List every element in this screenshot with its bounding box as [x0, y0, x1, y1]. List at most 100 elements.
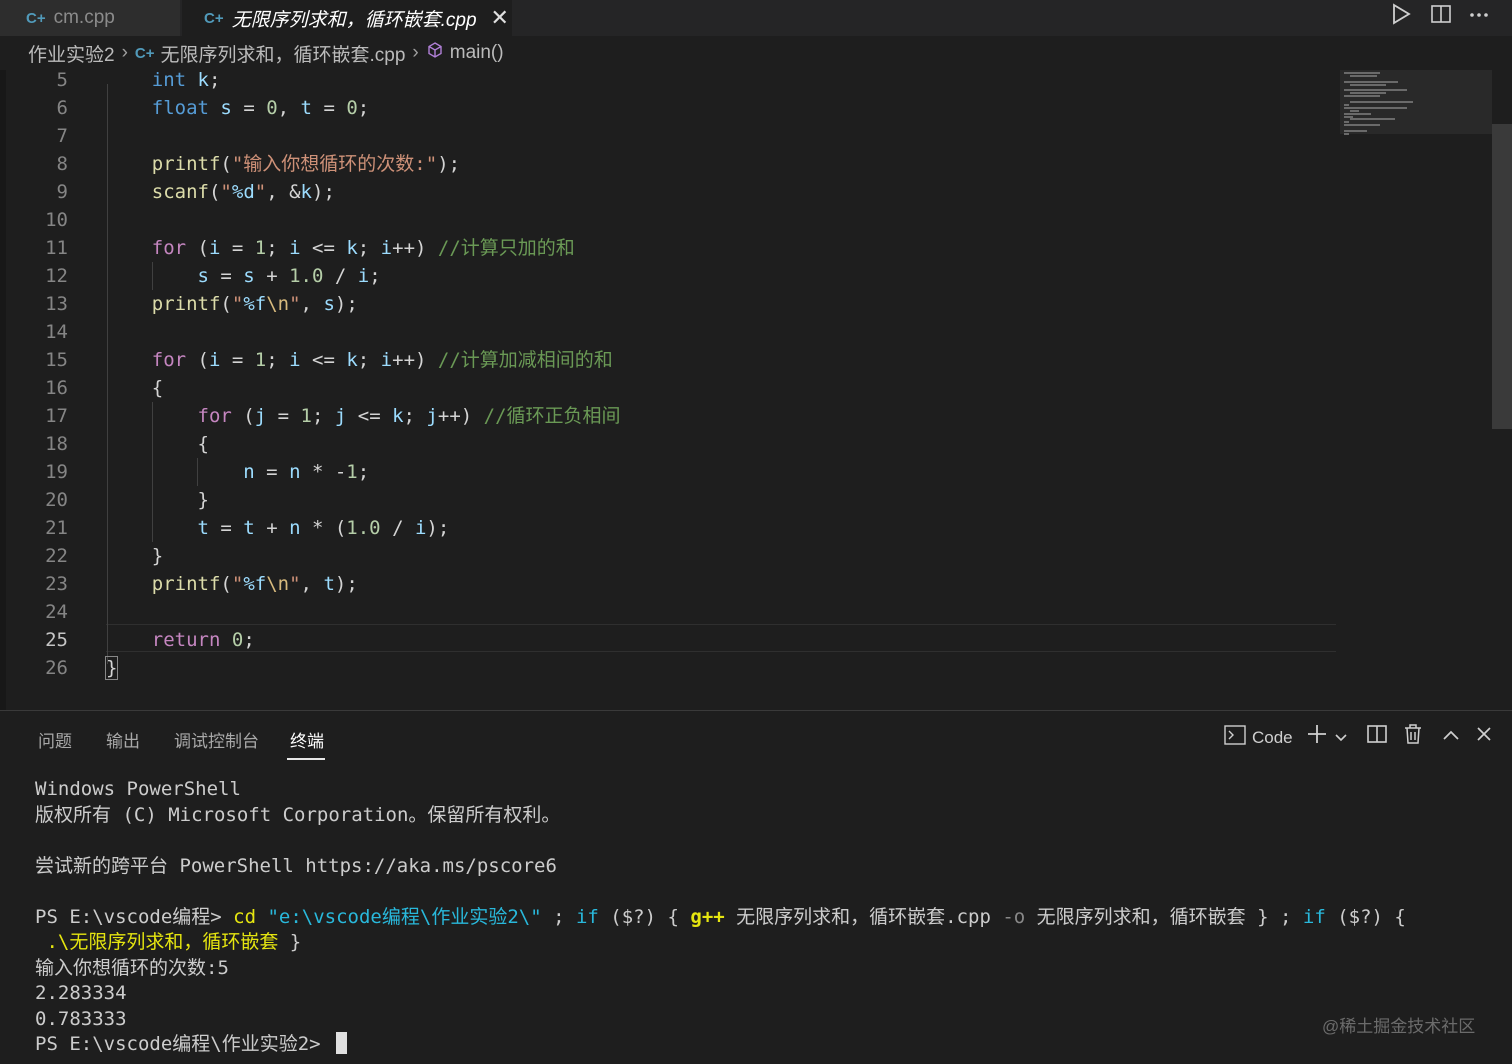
tab-cm-cpp[interactable]: C+ cm.cpp [0, 0, 180, 36]
code-text: { [106, 433, 209, 455]
terminal-command-line: .\无限序列求和，循环嵌套 } [35, 930, 1495, 956]
minimap-line [1350, 83, 1386, 86]
close-icon[interactable]: ✕ [491, 5, 509, 31]
code-line[interactable]: 9 scanf("%d", &k); [0, 178, 1340, 206]
code-line[interactable]: 19 n = n * -1; [0, 458, 1340, 486]
minimap-line [1350, 118, 1395, 121]
terminal-line: 输入你想循环的次数:5 [35, 956, 229, 979]
minimap-line [1344, 132, 1350, 135]
line-number: 17 [45, 405, 68, 427]
line-number: 6 [56, 97, 68, 119]
close-panel-icon[interactable] [1475, 725, 1493, 749]
minimap-line [1344, 72, 1380, 74]
line-number: 9 [56, 181, 68, 203]
terminal-cmd-if: if [1302, 905, 1326, 928]
code-line[interactable]: 13 printf("%f\n", s); [0, 290, 1340, 318]
code-text: printf("%f\n", s); [151, 293, 358, 315]
chevron-right-icon: › [412, 42, 419, 63]
line-number: 15 [45, 349, 68, 371]
breadcrumb: 作业实验2 › C+ 无限序列求和，循环嵌套.cpp › main() [0, 36, 1512, 70]
line-number: 23 [45, 573, 68, 595]
code-line[interactable]: 25 return 0; [0, 626, 1340, 654]
line-number: 26 [45, 657, 68, 679]
code-editor[interactable]: 5 int k; 6 float s = 0, t = 0; 7 8 printf("… [0, 69, 1512, 710]
code-text: for (i = 1; i <= k; i++) //计算只加的和 [151, 237, 575, 259]
code-line[interactable]: 8 printf("输入你想循环的次数:"); [0, 150, 1340, 178]
minimap-line [1344, 80, 1398, 83]
tab-output[interactable]: 输出 [106, 727, 140, 752]
editor-tab-bar: C+ cm.cpp C+ 无限序列求和，循环嵌套.cpp ✕ [0, 0, 1512, 36]
line-number: 19 [45, 461, 68, 483]
terminal-prompt: PS E:\vscode编程\作业实验2> [35, 1033, 333, 1055]
code-line[interactable]: 26} [0, 654, 1340, 682]
terminal-cursor [336, 1032, 348, 1054]
code-line[interactable]: 10 [0, 206, 1340, 234]
code-line[interactable]: 18 { [0, 430, 1340, 458]
terminal-cmd-cond: ($?) { [598, 905, 691, 928]
split-terminal-icon[interactable] [1366, 723, 1388, 751]
tab-label: 无限序列求和，循环嵌套.cpp [231, 9, 477, 31]
chevron-right-icon: › [121, 42, 128, 63]
active-tab-indicator [287, 758, 325, 760]
vertical-scrollbar[interactable] [1492, 124, 1512, 429]
cpp-file-icon: C+ [134, 44, 155, 62]
trash-icon[interactable] [1403, 723, 1423, 751]
code-line[interactable]: 6 float s = 0, t = 0; [0, 94, 1340, 122]
minimap-line [1350, 74, 1377, 77]
line-number: 12 [45, 265, 68, 287]
cpp-file-icon: C+ [26, 9, 46, 27]
code-line[interactable]: 21 t = t + n * (1.0 / i); [0, 514, 1340, 542]
code-text: printf("输入你想循环的次数:"); [151, 153, 461, 175]
code-line[interactable]: 7 [0, 122, 1340, 150]
code-text: int k; [151, 69, 221, 91]
code-line[interactable]: 17 for (j = 1; j <= k; j++) //循环正负相间 [0, 402, 1340, 430]
run-icon[interactable] [1390, 0, 1412, 28]
code-line[interactable]: 11 for (i = 1; i <= k; i++) //计算只加的和 [0, 234, 1340, 262]
terminal-output[interactable]: Windows PowerShell 版权所有 (C) Microsoft Co… [35, 777, 1495, 1058]
tab-label: cm.cpp [53, 7, 115, 28]
code-text: { [106, 377, 164, 399]
new-terminal-icon[interactable] [1306, 723, 1328, 751]
terminal-cmd-run: .\无限序列求和，循环嵌套 [35, 931, 279, 953]
code-line[interactable]: 12 s = s + 1.0 / i; [0, 262, 1340, 290]
code-line[interactable]: 22 } [0, 542, 1340, 570]
code-text: for (i = 1; i <= k; i++) //计算加减相间的和 [151, 349, 613, 371]
code-line[interactable]: 14 [0, 318, 1340, 346]
line-number: 14 [45, 321, 68, 343]
terminal-cmd-close: } [278, 931, 302, 953]
code-text: } [106, 545, 164, 567]
line-number: 24 [45, 601, 68, 623]
more-actions-icon[interactable] [1468, 0, 1490, 28]
minimap[interactable] [1340, 70, 1490, 140]
code-line[interactable]: 16 { [0, 374, 1340, 402]
maximize-panel-icon[interactable] [1442, 726, 1460, 749]
minimap-line [1350, 109, 1359, 112]
terminal-cmd-cd: cd [233, 905, 257, 928]
line-number: 5 [56, 69, 68, 91]
breadcrumb-file[interactable]: 无限序列求和，循环嵌套.cpp [161, 40, 406, 67]
line-number: 13 [45, 293, 68, 315]
tab-terminal[interactable]: 终端 [290, 727, 324, 752]
code-text: for (j = 1; j <= k; j++) //循环正负相间 [197, 405, 621, 427]
minimap-line [1344, 103, 1350, 106]
code-line[interactable]: 23 printf("%f\n", t); [0, 570, 1340, 598]
code-line[interactable]: 20 } [0, 486, 1340, 514]
code-text: } [104, 656, 119, 680]
minimap-line [1344, 106, 1407, 109]
terminal-profile-button[interactable]: Code [1224, 725, 1293, 750]
code-text: return 0; [151, 629, 255, 651]
line-number: 25 [45, 629, 68, 651]
breadcrumb-symbol[interactable]: main() [450, 42, 504, 64]
minimap-line [1344, 121, 1350, 124]
split-editor-icon[interactable] [1430, 0, 1452, 28]
breadcrumb-folder[interactable]: 作业实验2 [28, 40, 115, 67]
code-line[interactable]: 5 int k; [0, 66, 1340, 94]
code-line[interactable]: 24 [0, 598, 1340, 626]
tab-problems[interactable]: 问题 [38, 727, 72, 752]
tab-active-file[interactable]: C+ 无限序列求和，循环嵌套.cpp ✕ [182, 0, 512, 36]
chevron-down-icon[interactable] [1334, 727, 1348, 750]
tab-debug-console[interactable]: 调试控制台 [174, 727, 259, 752]
minimap-line [1344, 95, 1380, 98]
code-line[interactable]: 15 for (i = 1; i <= k; i++) //计算加减相间的和 [0, 346, 1340, 374]
